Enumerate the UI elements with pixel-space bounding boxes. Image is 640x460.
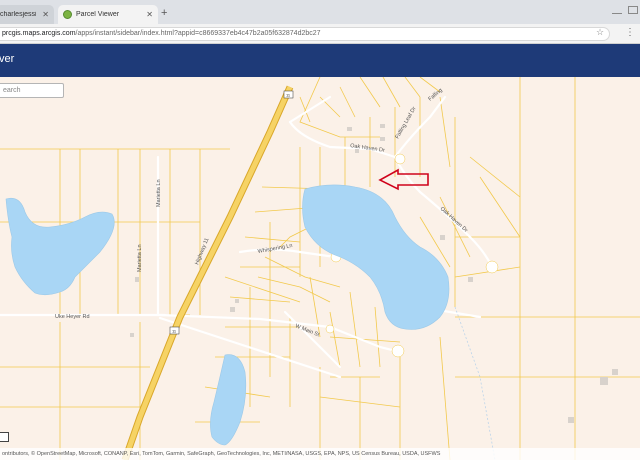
minimize-icon[interactable]: [612, 12, 622, 14]
lake-center: [302, 184, 450, 330]
highway-11: [121, 85, 294, 460]
close-tab-icon[interactable]: ✕: [146, 10, 153, 19]
app-favicon-icon: [63, 10, 72, 19]
new-tab-button[interactable]: +: [161, 7, 167, 19]
scale-bar: [0, 432, 9, 442]
street-label: Uke Heyer Rd: [55, 314, 90, 320]
tab-title: Parcel Viewer: [76, 11, 120, 18]
url-host: prcgis.maps.arcgis.com: [2, 30, 76, 37]
url-field[interactable]: prcgis.maps.arcgis.com/apps/instant/side…: [0, 27, 610, 41]
street-label: Whispering Ln: [257, 243, 293, 255]
browser-tab-strip: charlesjessicnassel1 ✕ Parcel Viewer ✕ +: [0, 0, 640, 24]
trail-line: [454, 306, 496, 460]
tab-inactive[interactable]: charlesjessicnassel1 ✕: [0, 5, 54, 24]
map-view[interactable]: 11 11 Oak Haven Dr Oak Haven Dr Falling …: [0, 77, 640, 460]
tab-title: charlesjessicnassel1: [0, 11, 36, 18]
parcel-lines: [0, 77, 640, 460]
street-label: Marietta Ln: [137, 244, 143, 272]
maximize-icon[interactable]: [628, 6, 638, 14]
street-label: Marietta Ln: [156, 179, 162, 207]
url-path: /apps/instant/sidebar/index.html?appid=c…: [75, 30, 321, 37]
street-label: Oak Haven Dr: [439, 206, 469, 234]
map-canvas: 11 11 Oak Haven Dr Oak Haven Dr Falling …: [0, 77, 640, 460]
map-attribution: ontributors, © OpenStreetMap, Microsoft,…: [0, 448, 640, 460]
bookmark-star-icon[interactable]: ☆: [596, 27, 604, 38]
lake-bottom: [210, 354, 247, 446]
app-title: ver: [0, 53, 15, 65]
close-tab-icon[interactable]: ✕: [42, 10, 49, 19]
browser-menu-icon[interactable]: ⋮: [625, 27, 635, 38]
tab-active[interactable]: Parcel Viewer ✕: [58, 5, 158, 24]
search-input[interactable]: earch: [0, 83, 64, 98]
app-header: ver: [0, 44, 640, 77]
address-bar: prcgis.maps.arcgis.com/apps/instant/side…: [0, 24, 640, 44]
